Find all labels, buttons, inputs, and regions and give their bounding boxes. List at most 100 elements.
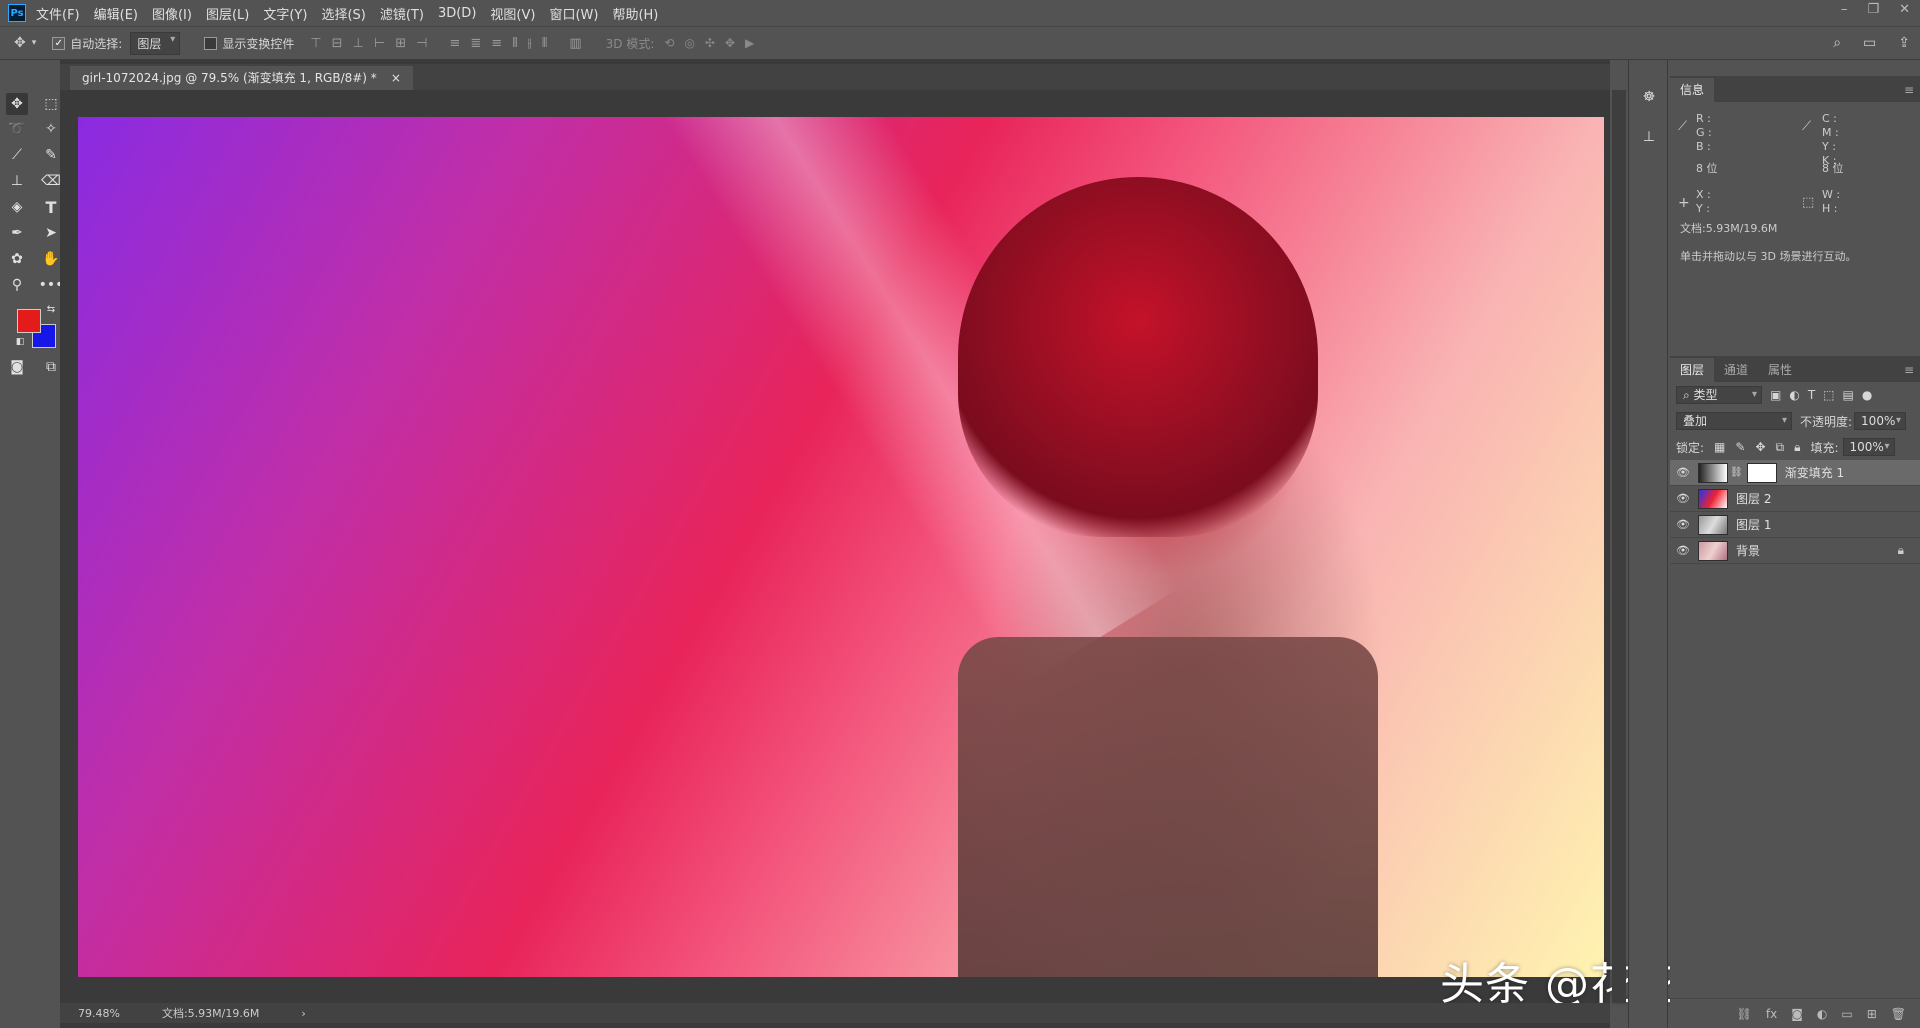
visibility-eye-icon[interactable]: 👁︎	[1676, 518, 1690, 531]
distribute-bottom-icon[interactable]: ≡	[491, 36, 502, 51]
magic-wand-tool-icon[interactable]: ✧	[40, 118, 62, 140]
visibility-eye-icon[interactable]: 👁︎	[1676, 492, 1690, 505]
lasso-tool-icon[interactable]: ➰	[6, 118, 28, 140]
screen-mode-icon[interactable]: ⧉	[40, 356, 62, 378]
delete-layer-icon[interactable]: 🗑︎	[1891, 1007, 1906, 1021]
menu-layer[interactable]: 图层(L)	[206, 4, 249, 23]
distribute-left-icon[interactable]: ⫴	[512, 36, 517, 51]
tab-info[interactable]: 信息	[1670, 78, 1715, 102]
3d-roll-icon[interactable]: ◎	[684, 36, 694, 50]
align-bottom-icon[interactable]: ⊥	[353, 36, 364, 51]
align-vcenter-icon[interactable]: ⊟	[332, 36, 343, 51]
eraser-tool-icon[interactable]: ⌫	[40, 170, 62, 192]
distribute-top-icon[interactable]: ≡	[449, 36, 460, 51]
menu-edit[interactable]: 编辑(E)	[94, 4, 138, 23]
menu-select[interactable]: 选择(S)	[321, 4, 365, 23]
layer-name[interactable]: 背景	[1736, 542, 1760, 559]
menu-window[interactable]: 窗口(W)	[549, 4, 598, 23]
move-tool-icon[interactable]: ✥	[14, 35, 26, 51]
vertical-scrollbar[interactable]	[1612, 90, 1626, 1003]
menu-view[interactable]: 视图(V)	[490, 4, 535, 23]
type-filter-icon[interactable]: T	[1808, 388, 1815, 402]
chevron-down-icon[interactable]: ▾	[32, 38, 37, 48]
zoom-tool-icon[interactable]: ⚲	[6, 274, 28, 296]
lock-all-icon[interactable]: 🔒︎	[1794, 440, 1800, 455]
shape-filter-icon[interactable]: ⬚	[1823, 388, 1834, 402]
more-tools-icon[interactable]: •••	[39, 274, 64, 296]
layer-name[interactable]: 渐变填充 1	[1785, 464, 1844, 481]
search-icon[interactable]: ⌕	[1833, 35, 1841, 51]
lock-transparent-icon[interactable]: ▦	[1714, 440, 1725, 454]
default-colors-icon[interactable]: ◧	[14, 336, 26, 348]
close-tab-icon[interactable]: ×	[391, 66, 401, 90]
distribute-vcenter-icon[interactable]: ≣	[470, 36, 481, 51]
smart-object-filter-icon[interactable]: ▤	[1843, 388, 1854, 402]
marquee-tool-icon[interactable]: ⬚	[40, 93, 62, 115]
add-mask-icon[interactable]: ◙	[1791, 1007, 1803, 1021]
hand-tool-icon[interactable]: ✋	[40, 248, 62, 270]
visibility-eye-icon[interactable]: 👁︎	[1676, 466, 1690, 479]
adjustment-filter-icon[interactable]: ◐	[1789, 388, 1799, 402]
align-hcenter-icon[interactable]: ⊞	[395, 36, 406, 51]
3d-orbit-icon[interactable]: ⟲	[664, 36, 674, 50]
pixel-filter-icon[interactable]: ▣	[1770, 388, 1781, 402]
blend-mode-dropdown[interactable]: 叠加	[1676, 412, 1792, 430]
share-icon[interactable]: ⇪	[1898, 35, 1910, 51]
adjustment-layer-icon[interactable]: ◐	[1817, 1007, 1827, 1021]
path-select-tool-icon[interactable]: ➤	[40, 222, 62, 244]
new-layer-icon[interactable]: ⊞	[1867, 1007, 1877, 1021]
custom-shape-tool-icon[interactable]: ✿	[6, 248, 28, 270]
show-transform-checkbox[interactable]	[204, 36, 218, 50]
panel-menu-icon[interactable]: ≡	[1904, 78, 1914, 102]
document-tab[interactable]: girl-1072024.jpg @ 79.5% (渐变填充 1, RGB/8#…	[70, 66, 413, 90]
eyedropper-tool-icon[interactable]: ⟋	[6, 144, 28, 166]
distribute-right-icon[interactable]: ⫴	[542, 36, 547, 51]
filter-toggle-icon[interactable]: ●	[1862, 388, 1872, 402]
layer-row[interactable]: 👁︎ 图层 2	[1670, 486, 1920, 512]
layer-filter-dropdown[interactable]: ⌕ 类型	[1676, 386, 1762, 404]
align-left-icon[interactable]: ⊢	[374, 36, 385, 51]
layer-mask-thumbnail[interactable]	[1746, 462, 1777, 483]
menu-filter[interactable]: 滤镜(T)	[380, 4, 424, 23]
3d-pan-icon[interactable]: ✣	[705, 36, 715, 50]
auto-align-icon[interactable]: ▥	[569, 36, 581, 51]
menu-image[interactable]: 图像(I)	[152, 4, 192, 23]
paint-bucket-tool-icon[interactable]: ◈	[6, 196, 28, 218]
workspace-icon[interactable]: ▭	[1863, 35, 1876, 51]
brush-tool-icon[interactable]: ✎	[40, 144, 62, 166]
menu-help[interactable]: 帮助(H)	[612, 4, 658, 23]
menu-3d[interactable]: 3D(D)	[438, 6, 476, 21]
move-tool-icon[interactable]: ✥	[6, 93, 28, 115]
layer-row[interactable]: 👁︎ 图层 1	[1670, 512, 1920, 538]
tab-channels[interactable]: 通道	[1714, 358, 1758, 382]
auto-select-checkbox[interactable]: ✓	[52, 36, 66, 50]
type-tool-icon[interactable]: T	[40, 196, 62, 218]
foreground-color-swatch[interactable]	[17, 309, 41, 333]
quick-mask-icon[interactable]: ◙	[6, 356, 28, 378]
layer-name[interactable]: 图层 1	[1736, 516, 1771, 533]
menu-type[interactable]: 文字(Y)	[263, 4, 307, 23]
lock-position-icon[interactable]: ✥	[1755, 440, 1765, 454]
fill-input[interactable]: 100%	[1842, 438, 1895, 456]
close-window-icon[interactable]: ✕	[1899, 2, 1910, 17]
doc-size-status[interactable]: 文档:5.93M/19.6M	[162, 1005, 259, 1021]
align-top-icon[interactable]: ⊤	[310, 36, 321, 51]
image-canvas[interactable]	[78, 117, 1604, 977]
layer-name[interactable]: 图层 2	[1736, 490, 1771, 507]
tab-layers[interactable]: 图层	[1670, 358, 1715, 382]
minimize-icon[interactable]: –	[1841, 2, 1848, 17]
visibility-eye-icon[interactable]: 👁︎	[1676, 544, 1690, 557]
menu-file[interactable]: 文件(F)	[36, 4, 80, 23]
layer-row[interactable]: 👁︎ 背景 🔒︎	[1670, 538, 1920, 564]
panel-menu-icon[interactable]: ≡	[1904, 358, 1914, 382]
lock-pixels-icon[interactable]: ✎	[1735, 440, 1745, 454]
lock-artboard-icon[interactable]: ⧉	[1776, 440, 1785, 455]
layer-row[interactable]: 👁︎ ⛓︎ 渐变填充 1	[1670, 460, 1920, 486]
swap-colors-icon[interactable]: ⇆	[44, 302, 58, 316]
3d-slide-icon[interactable]: ✥	[725, 36, 735, 50]
restore-icon[interactable]: ❐	[1867, 2, 1879, 17]
3d-panel-icon[interactable]: ☸	[1637, 85, 1661, 109]
new-group-icon[interactable]: ▭	[1841, 1007, 1852, 1021]
stamp-tool-icon[interactable]: ⊥	[6, 170, 28, 192]
link-layers-icon[interactable]: ⛓︎	[1737, 1007, 1752, 1021]
